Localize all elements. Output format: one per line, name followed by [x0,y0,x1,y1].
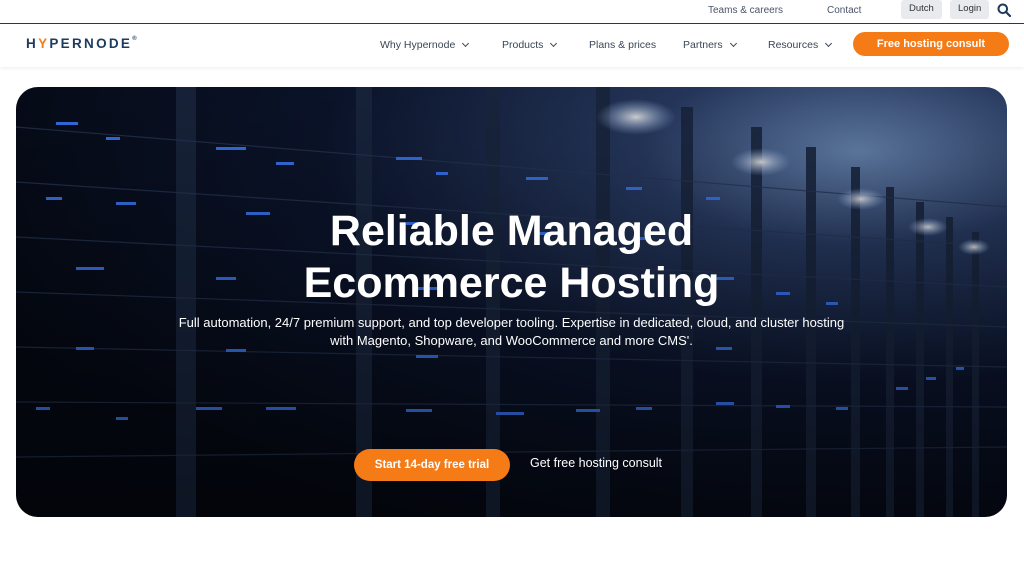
get-hosting-consult-link[interactable]: Get free hosting consult [530,456,662,470]
logo-text-rest: PERNODE [49,36,133,51]
search-icon[interactable] [997,3,1011,17]
hero-title-line-1: Reliable Managed [329,207,694,255]
hero-title: Reliable Managed Ecommerce Hosting [16,205,1007,309]
logo-text-accent: Y [38,36,50,51]
chevron-down-icon [825,39,833,48]
teams-careers-link[interactable]: Teams & careers [708,5,783,16]
nav-item-plans-prices[interactable]: Plans & prices [589,39,656,51]
login-button[interactable]: Login [950,0,990,19]
hero-subtitle: Full automation, 24/7 premium support, a… [16,314,1007,350]
language-switcher[interactable]: Dutch [901,0,942,19]
hero-subtitle-line-2: with Magento, Shopware, and WooCommerce … [330,333,693,348]
hypernode-logo[interactable]: HYPERNODE® [26,35,137,52]
nav-item-label: Why Hypernode [380,39,456,51]
logo-registered-mark: ® [132,35,137,42]
chevron-down-icon [462,39,470,48]
logo-text-start: H [26,36,39,51]
free-hosting-consult-button[interactable]: Free hosting consult [853,32,1009,56]
chevron-down-icon [550,39,558,48]
main-navigation: HYPERNODE® Why Hypernode Products Plans … [0,25,1024,67]
hero-title-line-2: Ecommerce Hosting [303,259,720,307]
nav-item-label: Partners [683,39,723,51]
nav-item-partners[interactable]: Partners [683,39,737,51]
hero-subtitle-line-1: Full automation, 24/7 premium support, a… [178,315,845,330]
nav-item-label: Resources [768,39,819,51]
nav-item-products[interactable]: Products [502,39,558,51]
nav-item-label: Products [502,39,544,51]
nav-item-why-hypernode[interactable]: Why Hypernode [380,39,470,51]
contact-link[interactable]: Contact [827,5,861,16]
hero-banner: Reliable Managed Ecommerce Hosting Full … [16,87,1007,517]
start-free-trial-button[interactable]: Start 14-day free trial [354,449,510,481]
utility-bar: Teams & careers Contact Dutch Login [0,0,1024,24]
nav-item-resources[interactable]: Resources [768,39,833,51]
chevron-down-icon [729,39,737,48]
nav-item-label: Plans & prices [589,39,657,51]
